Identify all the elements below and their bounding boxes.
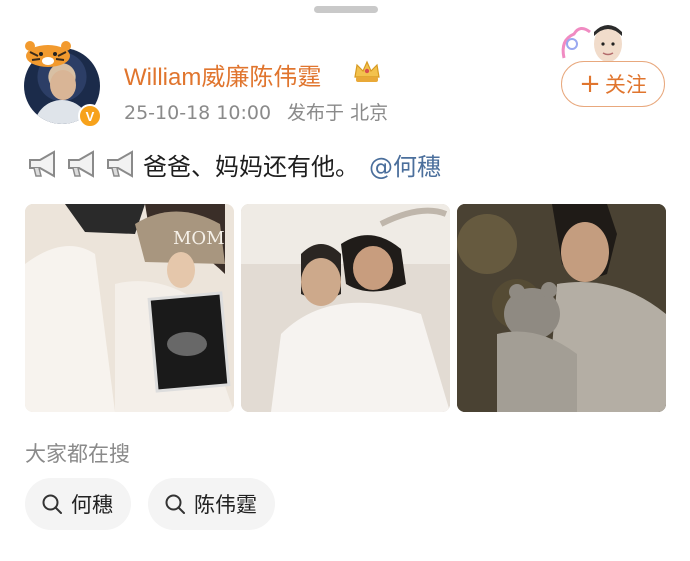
post-text: 爸爸、妈妈还有他。	[143, 152, 359, 181]
post-content: 爸爸、妈妈还有他。 @何穗	[26, 146, 441, 182]
post-image-3[interactable]	[457, 204, 666, 412]
post-image-1-illustration: MOM	[25, 204, 234, 412]
crown-icon	[354, 60, 380, 82]
plus-icon: +	[579, 69, 601, 99]
verified-badge-icon: V	[78, 104, 102, 128]
sheet-drag-handle[interactable]	[314, 6, 378, 13]
post-image-2-illustration	[241, 204, 450, 412]
search-icon	[165, 494, 185, 514]
megaphone-icon	[29, 150, 55, 178]
related-search-label: 何穗	[71, 493, 113, 517]
profile-decoration-sticker-icon	[561, 25, 622, 62]
post-location: 发布于 北京	[287, 102, 389, 124]
megaphone-icon	[107, 150, 133, 178]
related-search-item-heshui[interactable]: 何穗	[25, 478, 131, 530]
mention-link[interactable]: @何穗	[369, 147, 441, 182]
post-meta: 25-10-18 10:00 发布于 北京	[124, 98, 388, 125]
search-icon	[42, 494, 62, 514]
follow-label: 关注	[604, 73, 647, 97]
tiger-pendant-icon	[25, 41, 71, 67]
author-avatar[interactable]: V	[20, 38, 102, 128]
author-name[interactable]: William威廉陈伟霆	[124, 57, 321, 92]
related-search-title: 大家都在搜	[25, 442, 130, 466]
post-image-2[interactable]	[241, 204, 450, 412]
follow-button[interactable]: + 关注	[561, 61, 665, 107]
post-image-1[interactable]: MOM	[25, 204, 234, 412]
megaphone-icon	[68, 150, 94, 178]
related-search-item-chenweiting[interactable]: 陈伟霆	[148, 478, 275, 530]
related-search-label: 陈伟霆	[194, 493, 257, 517]
post-timestamp: 25-10-18 10:00	[124, 102, 272, 124]
post-image-3-illustration	[457, 204, 666, 412]
cap-text-mom: MOM	[173, 228, 225, 249]
